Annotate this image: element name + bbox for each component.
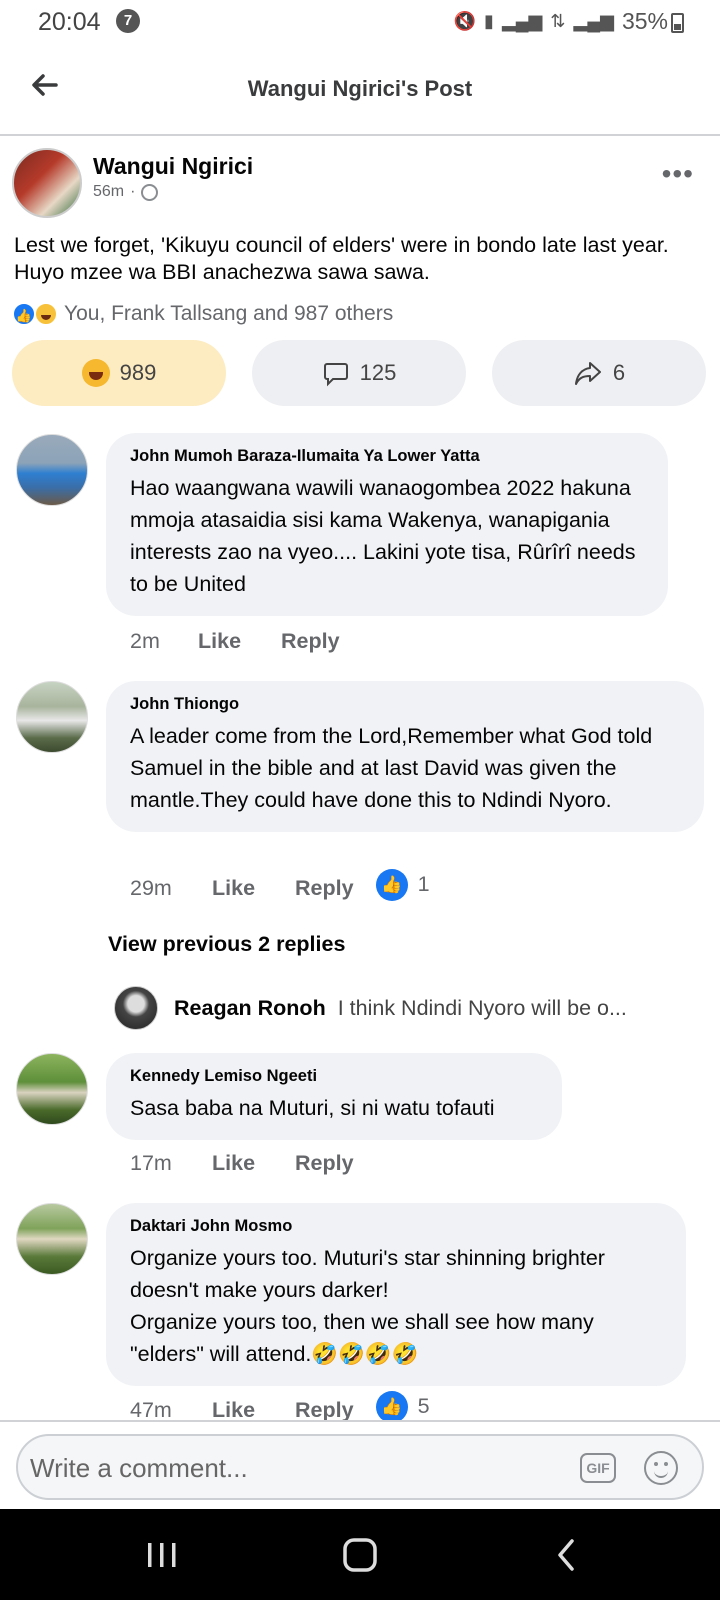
reply-author-name[interactable]: Reagan Ronoh <box>174 996 326 1021</box>
signal-icon: ▮ <box>484 11 494 31</box>
commenter-avatar[interactable] <box>16 1203 88 1275</box>
comment-like-count: 5 <box>417 1394 430 1418</box>
comment-like-count: 1 <box>417 872 430 896</box>
status-time: 20:04 <box>38 8 101 36</box>
share-count: 6 <box>612 360 626 385</box>
commenter-name[interactable]: Daktari John Mosmo <box>130 1217 662 1236</box>
reactions-summary[interactable]: 👍 You, Frank Tallsang and 987 others <box>12 302 393 326</box>
battery-icon <box>671 13 684 33</box>
comment-time: 2m <box>130 629 160 653</box>
comment-composer-bar: GIF <box>0 1420 720 1509</box>
data-transfer-icon: ⇅ <box>550 11 566 31</box>
comment-text: Organize yours too. Muturi's star shinni… <box>130 1246 605 1366</box>
gif-button[interactable]: GIF <box>580 1453 616 1483</box>
commenter-name[interactable]: John Thiongo <box>130 695 680 714</box>
back-nav-icon[interactable] <box>548 1537 588 1573</box>
comment-reaction-count[interactable]: 👍 5 <box>375 1390 430 1423</box>
comment-bubble: Kennedy Lemiso Ngeeti Sasa baba na Mutur… <box>106 1053 562 1140</box>
view-previous-replies[interactable]: View previous 2 replies <box>108 932 345 957</box>
comment-actions: 2m Like Reply <box>130 629 380 654</box>
like-reaction-icon: 👍 <box>12 302 36 326</box>
signal-strength-icon-2: ▂▄▆ <box>573 11 614 31</box>
haha-reaction-icon <box>34 302 58 326</box>
battery-percent: 35% <box>621 8 668 34</box>
comment-composer: GIF <box>16 1434 704 1500</box>
commenter-avatar[interactable] <box>16 434 88 506</box>
commenter-name[interactable]: John Mumoh Baraza-Ilumaita Ya Lower Yatt… <box>130 447 644 466</box>
post-header: Wangui Ngirici's Post <box>0 46 720 136</box>
recent-apps-icon[interactable] <box>142 1537 182 1573</box>
share-arrow-icon <box>574 362 601 385</box>
page-title: Wangui Ngirici's Post <box>247 76 473 101</box>
comment-text: Hao waangwana wawili wanaogombea 2022 ha… <box>130 476 636 596</box>
haha-icon <box>81 359 110 387</box>
like-button[interactable]: Like <box>212 876 255 901</box>
mute-icon: 🔇 <box>453 11 477 31</box>
commenter-avatar[interactable] <box>16 681 88 753</box>
comment-actions: 29m Like Reply 👍 1 <box>130 868 430 901</box>
comment-bubble: Daktari John Mosmo Organize yours too. M… <box>106 1203 686 1386</box>
reactions-summary-text: You, Frank Tallsang and 987 others <box>64 302 394 325</box>
comment-bubble: John Mumoh Baraza-Ilumaita Ya Lower Yatt… <box>106 433 668 616</box>
commenter-avatar[interactable] <box>16 1053 88 1125</box>
reply-author-avatar[interactable] <box>114 986 158 1030</box>
post-author-name[interactable]: Wangui Ngirici <box>93 153 253 180</box>
share-button[interactable]: 6 <box>492 340 706 406</box>
comment-text: Sasa baba na Muturi, si ni watu tofauti <box>130 1096 495 1120</box>
like-button[interactable]: Like <box>212 1151 255 1176</box>
status-bar: 20:04 7 🔇 ▮ ▂▄▆ ⇅ ▂▄▆ 35% <box>0 0 720 46</box>
comment-button[interactable]: 125 <box>252 340 466 406</box>
home-icon[interactable] <box>340 1537 380 1573</box>
comment-bubble-icon <box>323 363 348 387</box>
reply-preview-text: I think Ndindi Nyoro will be o... <box>337 995 627 1020</box>
post-text: Lest we forget, 'Kikuyu council of elder… <box>14 233 669 284</box>
post-author-avatar[interactable] <box>12 148 82 218</box>
globe-icon <box>141 183 159 201</box>
notification-count-badge: 7 <box>116 9 140 33</box>
reply-button[interactable]: Reply <box>295 876 354 901</box>
reaction-count: 989 <box>119 360 157 385</box>
reply-preview[interactable]: Reagan Ronoh I think Ndindi Nyoro will b… <box>114 986 674 1030</box>
reaction-button[interactable]: 989 <box>12 340 226 406</box>
emoji-icon[interactable] <box>644 1451 678 1485</box>
more-options-icon[interactable]: ••• <box>662 158 694 190</box>
comment-time: 29m <box>130 876 172 900</box>
comment-bubble: John Thiongo A leader come from the Lord… <box>106 681 704 832</box>
status-icons: 🔇 ▮ ▂▄▆ ⇅ ▂▄▆ 35% <box>454 8 668 35</box>
meta-separator: · <box>130 183 136 200</box>
post-time[interactable]: 56m <box>93 183 124 201</box>
comment-count: 125 <box>359 360 397 385</box>
signal-strength-icon: ▂▄▆ <box>501 11 543 31</box>
comment-actions: 17m Like Reply <box>130 1151 394 1176</box>
comment-input[interactable] <box>30 1446 550 1490</box>
comment-reaction-count[interactable]: 👍 1 <box>375 868 430 901</box>
comment-text: A leader come from the Lord,Remember wha… <box>130 724 653 812</box>
like-reaction-icon: 👍 <box>375 868 408 901</box>
system-nav-bar <box>0 1509 720 1600</box>
reply-button[interactable]: Reply <box>281 629 340 654</box>
like-button[interactable]: Like <box>198 629 241 654</box>
commenter-name[interactable]: Kennedy Lemiso Ngeeti <box>130 1067 538 1086</box>
comment-time: 17m <box>130 1151 172 1175</box>
reply-button[interactable]: Reply <box>295 1151 354 1176</box>
post-meta: 56m · <box>93 183 159 201</box>
like-reaction-icon: 👍 <box>375 1390 408 1423</box>
